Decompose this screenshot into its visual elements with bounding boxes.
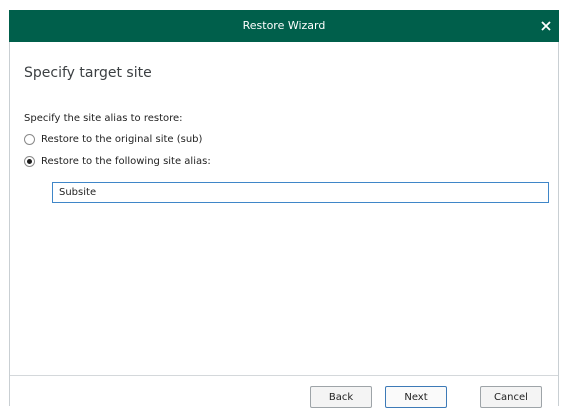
next-button[interactable]: Next bbox=[385, 386, 447, 408]
radio-label-site-alias: Restore to the following site alias: bbox=[41, 155, 211, 167]
radio-label-original-site: Restore to the original site (sub) bbox=[41, 133, 203, 145]
cancel-button[interactable]: Cancel bbox=[480, 386, 542, 408]
site-alias-input[interactable] bbox=[52, 182, 549, 203]
page-title: Specify target site bbox=[24, 65, 152, 81]
radio-button-checked[interactable] bbox=[24, 155, 35, 167]
restore-wizard-window: Restore Wizard Specify target site Speci… bbox=[9, 10, 559, 408]
radio-button-unchecked[interactable] bbox=[24, 133, 35, 145]
radio-option-site-alias[interactable]: Restore to the following site alias: bbox=[24, 153, 211, 169]
close-icon bbox=[541, 21, 551, 31]
back-button[interactable]: Back bbox=[310, 386, 372, 408]
title-bar: Restore Wizard bbox=[9, 10, 559, 42]
window-title: Restore Wizard bbox=[242, 19, 326, 32]
radio-option-original-site[interactable]: Restore to the original site (sub) bbox=[24, 131, 202, 147]
wizard-footer: Back Next Cancel bbox=[10, 375, 558, 408]
close-button[interactable] bbox=[533, 10, 559, 42]
alias-prompt-label: Specify the site alias to restore: bbox=[24, 113, 183, 124]
